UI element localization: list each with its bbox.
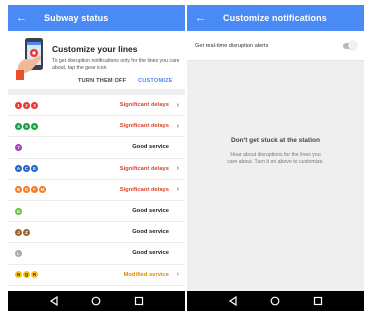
turn-them-off-button[interactable]: TURN THEM OFF	[78, 78, 126, 84]
line-bullet: A	[15, 165, 22, 173]
line-bullets: L	[15, 249, 132, 257]
line-bullet: 5	[23, 122, 30, 130]
line-status: Significant delays	[119, 165, 169, 172]
line-bullet: J	[15, 228, 22, 236]
empty-state-body: Hear about disruptions for the lines you…	[227, 152, 324, 165]
line-bullet: F	[31, 186, 38, 194]
customize-button[interactable]: CUSTOMIZE	[138, 78, 173, 84]
line-bullet: 7	[15, 143, 22, 151]
line-bullet: D	[23, 186, 30, 194]
square-recents-icon[interactable]	[312, 295, 324, 307]
line-status: Modified service	[123, 271, 169, 278]
line-bullets: ACE	[15, 165, 120, 173]
line-status: Good service	[132, 250, 169, 257]
line-bullets: 7	[15, 143, 132, 151]
subway-line-row: 7 Good service	[8, 137, 185, 159]
line-bullets: 456	[15, 122, 120, 130]
line-bullet: Z	[23, 228, 30, 236]
line-status: Significant delays	[119, 186, 169, 193]
line-status: Significant delays	[119, 123, 169, 130]
circle-home-icon[interactable]	[269, 295, 281, 307]
promo-body: To get disruption notifications only for…	[52, 58, 180, 71]
line-bullet: Q	[23, 271, 30, 279]
app-bar: ← Subway status	[8, 5, 185, 31]
toggle-knob	[348, 41, 357, 50]
line-bullet: R	[31, 271, 38, 279]
line-bullets: BDFM	[15, 186, 120, 194]
line-bullets: NQR	[15, 271, 124, 279]
line-bullet: B	[15, 186, 22, 194]
promo-title: Customize your lines	[52, 44, 138, 54]
app-bar: ← Customize notifications	[187, 5, 364, 31]
realtime-alerts-label: Get real-time disruption alerts	[195, 42, 269, 49]
arrow-left-icon[interactable]: ←	[195, 12, 213, 24]
subway-line-row[interactable]: N Q R Modified service ›	[8, 265, 185, 286]
line-bullet: 4	[15, 122, 22, 130]
realtime-alerts-toggle[interactable]	[343, 41, 357, 50]
chevron-right-icon[interactable]: ›	[172, 123, 179, 130]
chevron-right-icon[interactable]: ›	[172, 102, 179, 109]
line-status: Good service	[132, 229, 169, 236]
chevron-right-icon[interactable]: ›	[172, 165, 179, 172]
customize-lines-card: Customize your lines To get disruption n…	[8, 31, 185, 95]
android-nav-bar	[8, 291, 185, 311]
line-bullet: N	[15, 271, 22, 279]
empty-state-title: Don't get stuck at the station	[231, 137, 320, 144]
line-bullet: 3	[31, 101, 38, 109]
subway-line-row[interactable]: 1 2 3 Significant delays ›	[8, 95, 185, 117]
line-bullets: JZ	[15, 228, 132, 236]
line-bullet: 2	[23, 101, 30, 109]
line-bullets: 123	[15, 101, 120, 109]
phone-hand-illustration	[16, 38, 43, 80]
line-bullet: M	[39, 186, 46, 194]
line-status: Good service	[132, 144, 169, 151]
subway-line-list: 1 2 3 Significant delays › 4 5 6 Significant del…	[8, 95, 185, 286]
chevron-right-icon[interactable]: ›	[172, 186, 179, 193]
screenshot-stage: ← Subway status Customize your lines To …	[0, 0, 375, 316]
line-bullet: 1	[15, 101, 22, 109]
line-bullet: 6	[31, 122, 38, 130]
arrow-left-icon[interactable]: ←	[16, 12, 34, 24]
line-bullet: E	[31, 165, 38, 173]
line-bullet: G	[15, 207, 22, 215]
customize-notifications-screen: ← Customize notifications Get real-time …	[187, 5, 364, 311]
chevron-right-icon[interactable]: ›	[172, 271, 179, 278]
android-nav-bar	[187, 291, 364, 311]
subway-line-row: G Good service	[8, 201, 185, 223]
circle-home-icon[interactable]	[90, 295, 102, 307]
realtime-alerts-row[interactable]: Get real-time disruption alerts	[187, 31, 364, 61]
line-status: Significant delays	[119, 102, 169, 109]
triangle-back-icon[interactable]	[227, 295, 239, 307]
line-status: Good service	[132, 208, 169, 215]
subway-line-row: L Good service	[8, 243, 185, 265]
triangle-back-icon[interactable]	[48, 295, 60, 307]
subway-line-row[interactable]: A C E Significant delays ›	[8, 159, 185, 180]
page-title: Subway status	[44, 13, 109, 23]
square-recents-icon[interactable]	[133, 295, 145, 307]
line-bullets: G	[15, 207, 132, 215]
subway-line-row[interactable]: 4 5 6 Significant delays ›	[8, 116, 185, 138]
page-title: Customize notifications	[223, 13, 327, 23]
subway-status-screen: ← Subway status Customize your lines To …	[8, 5, 185, 311]
subway-line-row: J Z Good service	[8, 222, 185, 244]
line-bullet: C	[23, 165, 30, 173]
line-bullet: L	[15, 249, 22, 257]
subway-line-row[interactable]: B D F M Significant delays ›	[8, 180, 185, 201]
